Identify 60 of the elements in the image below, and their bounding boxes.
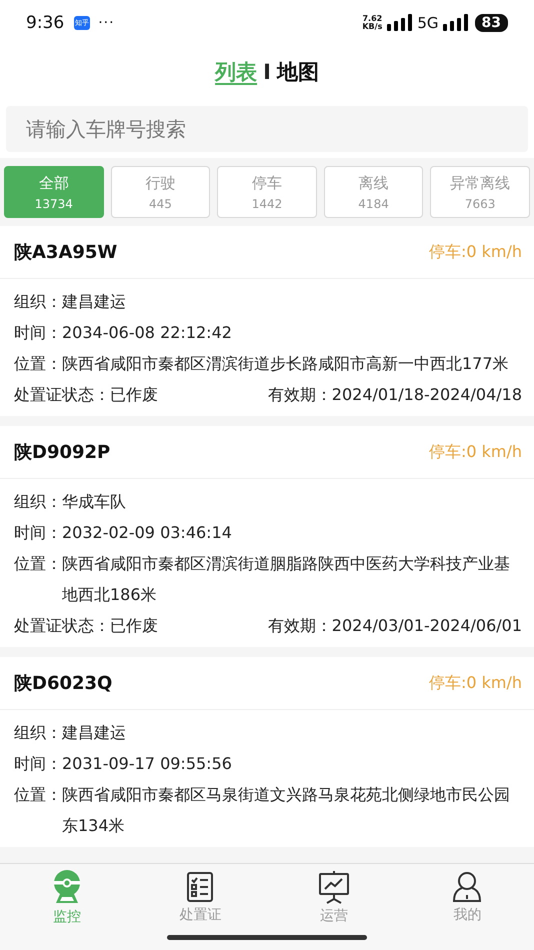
home-indicator[interactable] [167,935,367,940]
nav-tab[interactable]: 我的 [400,864,534,930]
field-label: 位置： [14,553,62,575]
field-label: 组织： [14,722,62,744]
field-value: 陕西省咸阳市秦都区渭滨街道步长路咸阳市高新一中西北177米 [62,353,510,375]
filter-tab[interactable]: 异常离线 7663 [430,166,530,218]
checklist-icon [186,870,214,902]
field-value: 陕西省咸阳市秦都区马泉街道文兴路马泉花苑北侧绿地市民公园东134米 [62,784,511,837]
nav-tab[interactable]: 监控 [0,864,134,930]
filter-tab[interactable]: 全部 13734 [4,166,104,218]
view-tab[interactable]: 列表 [215,58,258,86]
person-icon [452,870,482,902]
filter-tab[interactable]: 离线 4184 [324,166,424,218]
view-tab[interactable]: 地图 [276,58,319,86]
field-label: 时间： [14,322,62,344]
field-label: 组织： [14,291,62,313]
field-label: 时间： [14,753,62,775]
speed-value: 7.62 [362,15,382,23]
field-label: 有效期： [268,616,332,635]
network-type: 5G [417,14,439,32]
field-label: 组织： [14,491,62,513]
field-value: 已作废 [110,616,158,635]
vehicle-status: 停车:0 km/h [428,242,522,262]
field-value: 2031-09-17 09:55:56 [62,753,233,775]
vehicle-status: 停车:0 km/h [428,442,522,462]
field-value: 建昌建运 [62,722,127,744]
field-label: 处置证状态： [14,616,110,635]
chart-board-icon [318,870,350,904]
clock: 9:36 [26,13,64,33]
field-label: 位置： [14,784,62,806]
vehicle-card[interactable]: 陕A3A95W 停车:0 km/h 组织：建昌建运 时间：2034-06-08 22:12:42 位置：陕西省咸阳市秦都区渭滨街道步长路咸阳市高新一中西北177米 处置证状态：已作废 有效期：2024/01/18-2024/04/18 [0,226,534,416]
vehicle-card[interactable]: 陕D9092P 停车:0 km/h 组织：华成车队 时间：2032-02-09 03:46:14 位置：陕西省咸阳市秦都区渭滨街道胭脂路陕西中医药大学科技产业基地西北186米 处置证状态：已作废 有效期：2024/03/01-2024/06/01 [0,426,534,647]
field-value: 2032-02-09 03:46:14 [62,522,233,544]
field-value: 已作废 [110,385,158,404]
tab-separator: I [263,60,271,84]
more-icon: ··· [98,15,115,31]
field-value: 建昌建运 [62,291,127,313]
plate-number: 陕D6023Q [14,672,112,695]
field-label: 有效期： [268,385,332,404]
vehicle-card[interactable]: 陕D6023Q 停车:0 km/h 组织：建昌建运 时间：2031-09-17 09:55:56 位置：陕西省咸阳市秦都区马泉街道文兴路马泉花苑北侧绿地市民公园东134米 [0,657,534,847]
speed-unit: KB/s [362,23,382,31]
nav-tab[interactable]: 处置证 [134,864,267,930]
field-value: 2034-06-08 22:12:42 [62,322,233,344]
field-value: 2024/03/01-2024/06/01 [332,616,522,635]
field-value: 华成车队 [62,491,127,513]
search-field[interactable]: 请输入车牌号搜索 [6,106,528,152]
field-value: 陕西省咸阳市秦都区渭滨街道胭脂路陕西中医药大学科技产业基地西北186米 [62,553,511,606]
plate-number: 陕A3A95W [14,241,118,264]
signal-icon [387,14,414,32]
plate-number: 陕D9092P [14,441,110,464]
nav-tab[interactable]: 运营 [267,864,400,930]
battery-level: 83 [474,14,508,32]
filter-tab[interactable]: 停车 1442 [217,166,317,218]
field-value: 2024/01/18-2024/04/18 [332,385,522,404]
filter-tab[interactable]: 行驶 445 [110,166,210,218]
field-label: 位置： [14,353,62,375]
vehicle-status: 停车:0 km/h [428,672,522,694]
field-label: 时间： [14,522,62,544]
signal-icon [442,14,469,32]
field-label: 处置证状态： [14,385,110,404]
